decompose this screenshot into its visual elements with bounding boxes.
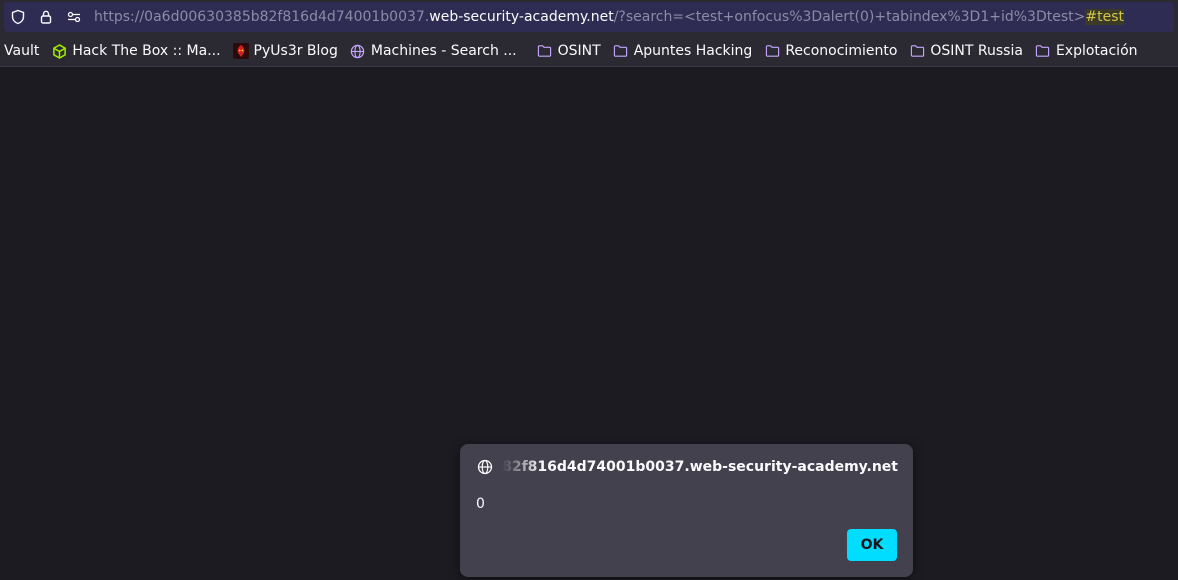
shield-icon[interactable] [4,2,32,32]
alert-dialog: 0a6d00630385b82f816d4d74001b0037.web-sec… [460,444,913,577]
bookmark-label: Hack The Box :: Ma... [72,43,221,59]
browser-toolbar: https://0a6d00630385b82f816d4d74001b0037… [0,0,1178,67]
bookmark-vault[interactable]: Vault [0,39,43,63]
bookmark-machines-search[interactable]: Machines - Search ... [346,39,521,63]
bookmark-label: Reconocimiento [785,43,898,59]
bookmark-folder-reconocimiento[interactable]: Reconocimiento [760,39,901,63]
globe-icon [476,458,494,476]
bookmark-label: PyUs3r Blog [253,43,338,59]
folder-icon [764,43,780,59]
globe-icon [350,43,366,59]
folder-icon [537,43,553,59]
bookmark-label: Explotación [1055,43,1138,59]
url-domain: web-security-academy.net [429,9,614,25]
permissions-icon[interactable] [60,2,88,32]
bookmark-label: Apuntes Hacking [633,43,753,59]
bookmark-folder-apuntes-hacking[interactable]: Apuntes Hacking [609,39,757,63]
bookmark-hack-the-box[interactable]: Hack The Box :: Ma... [47,39,224,63]
url-hash: #test [1085,9,1124,25]
folder-icon [613,43,629,59]
bookmark-label: OSINT [557,43,601,59]
folder-icon [909,43,925,59]
url-bar[interactable]: https://0a6d00630385b82f816d4d74001b0037… [4,2,1174,32]
bookmarks-toolbar: Vault Hack The Box :: Ma... PyUs3r Blog … [0,36,1146,66]
pyus3r-favicon [232,43,249,59]
folder-icon [1035,43,1051,59]
url-path: /?search=<test+onfocus%3Dalert(0)+tabind… [613,9,1086,25]
bookmark-label: Machines - Search ... [370,43,517,59]
bookmark-folder-osint-russia[interactable]: OSINT Russia [905,39,1027,63]
url-text[interactable]: https://0a6d00630385b82f816d4d74001b0037… [94,9,1124,25]
url-prefix: https://0a6d00630385b82f816d4d74001b0037… [94,9,430,25]
bookmark-pyus3r-blog[interactable]: PyUs3r Blog [229,39,342,63]
dialog-origin: 0a6d00630385b82f816d4d74001b0037.web-sec… [502,459,898,475]
bookmark-folder-osint[interactable]: OSINT [533,39,605,63]
bookmark-label: Vault [4,43,40,59]
bookmark-label: OSINT Russia [930,43,1023,59]
lock-icon[interactable] [32,2,60,32]
dialog-message: 0 [476,496,485,512]
htb-cube-icon [51,43,67,59]
dialog-header: 0a6d00630385b82f816d4d74001b0037.web-sec… [476,458,901,476]
bookmark-folder-explotacion[interactable]: Explotación [1031,39,1142,63]
ok-button[interactable]: OK [847,529,897,561]
